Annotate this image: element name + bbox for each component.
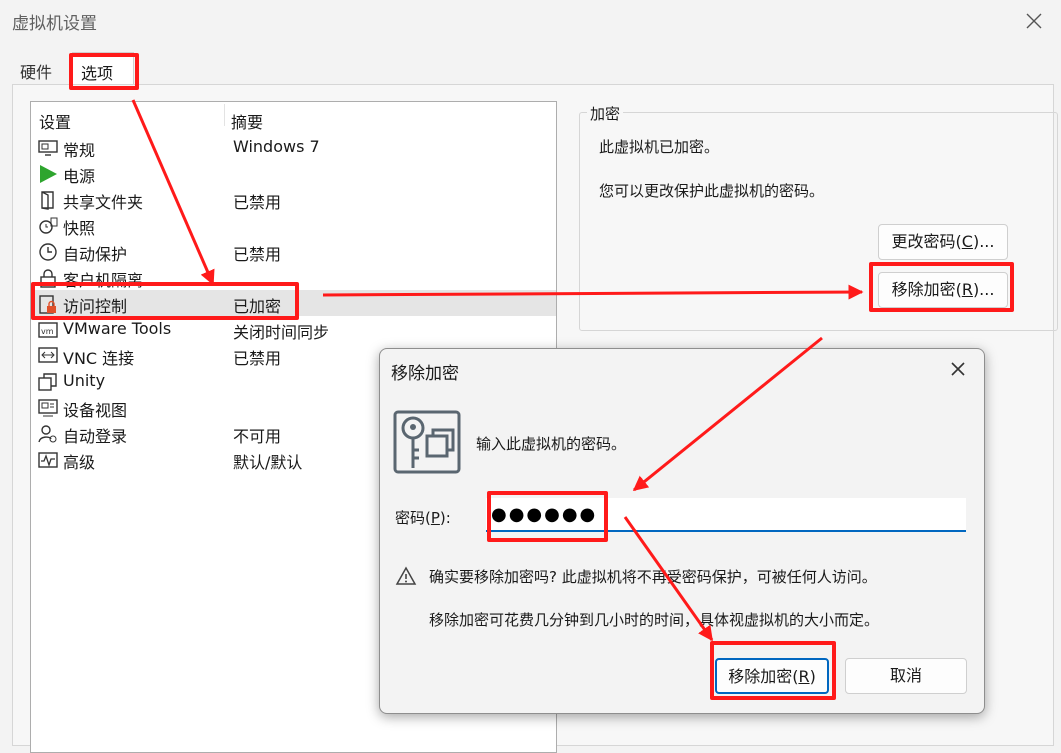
list-item-summary: 已禁用 xyxy=(233,349,282,368)
list-item-label: 快照 xyxy=(63,219,96,238)
confirm-remove-label-end: ) xyxy=(809,667,816,686)
list-item-summary: 默认/默认 xyxy=(233,453,303,472)
remove-encryption-accesskey: R xyxy=(961,280,973,299)
advanced-icon xyxy=(38,452,58,468)
column-header-summary[interactable]: 摘要 xyxy=(231,109,263,133)
list-item-label: 自动登录 xyxy=(63,427,128,446)
list-item-label: 常规 xyxy=(63,141,96,160)
vm-tools-icon: vm xyxy=(38,322,58,338)
list-item-label: 电源 xyxy=(63,167,96,186)
encryption-status: 此虚拟机已加密。 xyxy=(599,138,720,156)
list-item-power[interactable]: 电源 xyxy=(31,160,556,186)
list-item-summary: 关闭时间同步 xyxy=(233,323,330,342)
list-item-label: 共享文件夹 xyxy=(63,193,144,212)
column-header-setting[interactable]: 设置 xyxy=(39,109,71,133)
list-item-shared-folders[interactable]: 共享文件夹 已禁用 xyxy=(31,186,556,212)
list-item-guest-isolation[interactable]: 客户机隔离 xyxy=(31,264,556,290)
monitor-icon xyxy=(38,140,58,156)
device-view-icon xyxy=(38,399,58,417)
encryption-legend: 加密 xyxy=(587,103,624,124)
remove-encryption-label: 移除加密( xyxy=(891,280,962,299)
list-item-summary: 已加密 xyxy=(233,297,282,316)
password-input[interactable] xyxy=(486,498,966,532)
list-item-access-control[interactable]: 访问控制 已加密 xyxy=(31,290,556,316)
key-lock-icon xyxy=(393,410,461,474)
dialog-prompt: 输入此虚拟机的密码。 xyxy=(476,435,627,453)
confirm-remove-button[interactable]: 移除加密(R) xyxy=(715,658,829,694)
list-item-label: 设备视图 xyxy=(63,401,128,420)
warning-text: 确实要移除加密吗? 此虚拟机将不再受密码保护，可被任何人访问。 xyxy=(429,568,877,586)
warning-icon xyxy=(395,566,417,585)
password-label-accesskey: P xyxy=(430,509,440,527)
list-item-vmware-tools[interactable]: vm VMware Tools 关闭时间同步 xyxy=(31,316,556,342)
lock-icon xyxy=(40,269,56,288)
list-item-label: 客户机隔离 xyxy=(63,271,144,290)
access-lock-icon xyxy=(39,295,56,314)
tab-options-label: 选项 xyxy=(81,64,114,83)
remove-encryption-button[interactable]: 移除加密(R)... xyxy=(878,272,1008,308)
cancel-button[interactable]: 取消 xyxy=(845,658,967,694)
list-item-label: Unity xyxy=(63,371,106,390)
unity-icon xyxy=(38,373,57,391)
password-label-end: ): xyxy=(439,509,451,527)
tab-hardware[interactable]: 硬件 xyxy=(20,59,52,83)
list-item-summary: 已禁用 xyxy=(233,245,282,264)
password-label: 密码(P): xyxy=(395,507,451,528)
change-password-label: 更改密码( xyxy=(891,232,962,251)
confirm-remove-label: 移除加密( xyxy=(728,667,799,686)
list-item-label: 自动保护 xyxy=(63,245,128,264)
change-password-label-end: )... xyxy=(972,232,995,251)
close-icon[interactable] xyxy=(1019,6,1049,36)
title-bar: 虚拟机设置 xyxy=(0,0,1061,42)
list-item-summary: Windows 7 xyxy=(233,137,320,156)
list-item-label: 访问控制 xyxy=(63,297,128,316)
dialog-title: 移除加密 xyxy=(391,364,459,384)
shared-folder-icon xyxy=(41,191,54,210)
list-item-label: 高级 xyxy=(63,453,96,472)
list-item-summary: 不可用 xyxy=(233,427,282,446)
tab-options[interactable]: 选项 xyxy=(72,52,134,85)
list-item-general[interactable]: 常规 Windows 7 xyxy=(31,134,556,160)
column-divider[interactable] xyxy=(224,104,225,126)
svg-text:vm: vm xyxy=(41,327,54,336)
window-title: 虚拟机设置 xyxy=(12,14,97,34)
change-password-button[interactable]: 更改密码(C)... xyxy=(878,224,1008,260)
confirm-remove-accesskey: R xyxy=(798,667,810,686)
autologin-icon xyxy=(38,425,57,443)
power-play-icon xyxy=(40,165,57,183)
encryption-hint: 您可以更改保护此虚拟机的密码。 xyxy=(599,182,825,200)
list-item-snapshot[interactable]: 快照 xyxy=(31,212,556,238)
list-item-autoprotect[interactable]: 自动保护 已禁用 xyxy=(31,238,556,264)
clock-icon xyxy=(39,243,57,261)
snapshot-icon xyxy=(39,217,58,234)
change-password-accesskey: C xyxy=(961,232,973,251)
password-label-text: 密码( xyxy=(395,509,431,527)
list-item-label: VNC 连接 xyxy=(63,349,135,368)
dialog-close-icon[interactable] xyxy=(944,355,972,383)
remove-encryption-label-end: )... xyxy=(972,280,995,299)
vnc-icon xyxy=(38,347,58,363)
duration-note: 移除加密可花费几分钟到几小时的时间，具体视虚拟机的大小而定。 xyxy=(429,611,880,629)
list-item-label: VMware Tools xyxy=(63,319,172,338)
list-item-summary: 已禁用 xyxy=(233,193,282,212)
